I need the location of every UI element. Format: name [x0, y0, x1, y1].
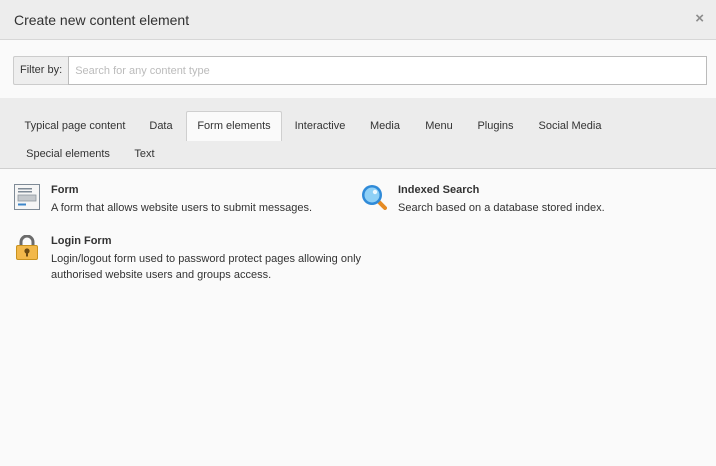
element-title: Indexed Search: [398, 184, 480, 196]
element-description: A form that allows website users to subm…: [51, 202, 313, 214]
tab-text[interactable]: Text: [123, 139, 166, 168]
content-element-form[interactable]: Form A form that allows website users to…: [14, 184, 354, 216]
filter-label: Filter by:: [13, 56, 69, 85]
content-element-indexed-search[interactable]: Indexed Search Search based on a databas…: [361, 184, 701, 216]
filter-group: Filter by:: [13, 56, 707, 85]
tab-special-elements[interactable]: Special elements: [16, 139, 120, 168]
modal-header: Create new content element ×: [0, 0, 716, 40]
element-title: Login Form: [51, 235, 112, 247]
tab-social-media[interactable]: Social Media: [528, 111, 612, 140]
modal-title: Create new content element: [14, 12, 190, 28]
tab-typical-page-content[interactable]: Typical page content: [14, 111, 136, 140]
tab-menu[interactable]: Menu: [415, 111, 463, 140]
filter-area: Filter by:: [0, 40, 716, 98]
search-input[interactable]: [68, 56, 707, 85]
element-title: Form: [51, 184, 79, 196]
close-button[interactable]: ×: [695, 11, 704, 26]
form-icon: [14, 184, 40, 210]
tab-plugins[interactable]: Plugins: [466, 111, 525, 140]
magnifier-icon: [361, 184, 387, 210]
tab-data[interactable]: Data: [139, 111, 183, 140]
tab-media[interactable]: Media: [358, 111, 412, 140]
element-description: Search based on a database stored index.: [398, 202, 605, 214]
tab-interactive[interactable]: Interactive: [285, 111, 355, 140]
padlock-icon: [14, 234, 40, 261]
content-element-login-form[interactable]: Login Form Login/logout form used to pas…: [14, 234, 364, 283]
tab-form-elements[interactable]: Form elements: [186, 111, 282, 141]
tab-bar: Typical page content Data Form elements …: [0, 98, 716, 169]
element-description: Login/logout form used to password prote…: [51, 253, 362, 281]
